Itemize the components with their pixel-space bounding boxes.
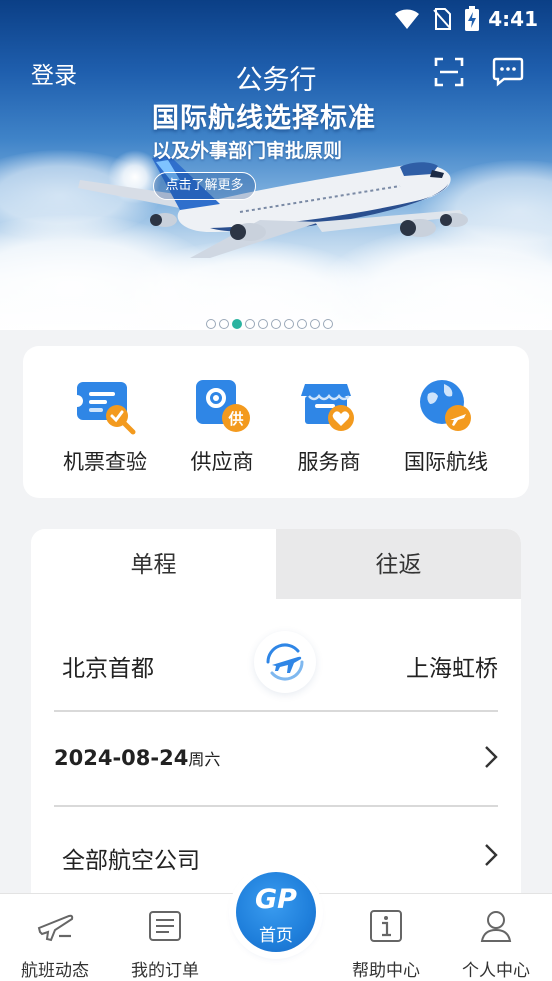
carousel-dot[interactable]	[323, 319, 333, 329]
home-label: 首页	[259, 926, 293, 946]
scan-icon[interactable]	[433, 56, 465, 88]
banner-subtitle: 以及外事部门审批原则	[152, 140, 343, 162]
swap-cities-button[interactable]	[254, 631, 316, 693]
nav-label: 帮助中心	[352, 961, 420, 981]
service-provider-icon	[297, 374, 361, 438]
international-route-icon	[414, 374, 478, 438]
nav-label: 航班动态	[21, 961, 89, 981]
carousel-dot[interactable]	[284, 319, 294, 329]
swap-plane-icon	[266, 643, 304, 681]
carousel-dot[interactable]	[271, 319, 281, 329]
banner-cta-button[interactable]: 点击了解更多	[153, 172, 256, 200]
status-bar: 4:41	[0, 0, 552, 38]
nav-label: 个人中心	[462, 961, 530, 981]
home-button[interactable]: GP 首页	[236, 872, 316, 952]
quick-item-international-route[interactable]: 国际航线	[386, 374, 506, 476]
wifi-icon	[395, 9, 419, 29]
app-header: 登录 公务行	[0, 52, 552, 96]
orders-icon	[149, 911, 181, 941]
city-selector: 北京首都 上海虹桥	[54, 619, 498, 709]
no-sim-icon	[433, 8, 451, 30]
nav-my-orders[interactable]: 我的订单	[110, 906, 220, 981]
nav-label: 我的订单	[131, 961, 199, 981]
quick-item-ticket-verify[interactable]: 机票查验	[45, 374, 165, 476]
date-value: 2024-08-24	[54, 746, 189, 770]
quick-item-supplier[interactable]: 供 供应商	[162, 374, 282, 476]
nav-flight-status[interactable]: 航班动态	[0, 906, 110, 981]
home-logo-icon: GP	[255, 884, 297, 915]
carousel-dot[interactable]	[258, 319, 268, 329]
quick-item-label: 服务商	[297, 450, 361, 474]
ticket-verify-icon	[71, 374, 137, 438]
arrival-city[interactable]: 上海虹桥	[406, 649, 498, 683]
carousel-dot[interactable]	[310, 319, 320, 329]
app-title: 公务行	[235, 65, 317, 96]
chevron-right-icon	[485, 746, 498, 768]
battery-charging-icon	[465, 6, 479, 31]
departure-city[interactable]: 北京首都	[62, 649, 154, 683]
nav-profile[interactable]: 个人中心	[441, 906, 551, 981]
quick-item-label: 机票查验	[63, 450, 147, 474]
banner-title: 国际航线选择标准	[152, 103, 376, 134]
divider	[54, 805, 498, 807]
nav-help-center[interactable]: 帮助中心	[331, 906, 441, 981]
tab-one-way[interactable]: 单程	[31, 529, 276, 599]
quick-item-service-provider[interactable]: 服务商	[269, 374, 389, 476]
weekday: 周六	[188, 750, 221, 769]
status-icons	[394, 6, 480, 32]
help-icon	[370, 910, 402, 942]
departure-date: 2024-08-24周六	[54, 746, 220, 770]
quick-item-label: 国际航线	[404, 450, 488, 474]
chevron-right-icon	[485, 844, 498, 866]
airline-value: 全部航空公司	[62, 848, 200, 874]
flight-booking-card: 往返 单程 北京首都 上海虹桥 2024-08-24周六 全部航空公司	[31, 529, 521, 909]
supplier-badge-text: 供	[227, 410, 243, 428]
carousel-indicator[interactable]	[206, 319, 333, 329]
profile-icon	[480, 911, 512, 942]
carousel-dot[interactable]	[245, 319, 255, 329]
trip-type-tabs: 往返 单程	[31, 529, 521, 599]
carousel-dot[interactable]	[206, 319, 216, 329]
message-icon[interactable]	[492, 55, 524, 87]
divider	[54, 710, 498, 712]
supplier-icon: 供	[190, 374, 254, 438]
carousel-dot[interactable]	[232, 319, 242, 329]
quick-services-card: 机票查验 供 供应商 服务商 国际航线	[23, 346, 529, 498]
tab-round-trip[interactable]: 往返	[276, 529, 521, 599]
carousel-dot[interactable]	[297, 319, 307, 329]
carousel-dot[interactable]	[219, 319, 229, 329]
status-time: 4:41	[488, 7, 538, 31]
hero-banner[interactable]: 4:41 登录 公务行 国际航线选择标准 以及外事部门审批原则 点击了解更多	[0, 0, 552, 330]
date-selector[interactable]: 2024-08-24周六	[54, 729, 498, 789]
quick-item-label: 供应商	[190, 450, 254, 474]
flight-status-icon	[37, 914, 74, 942]
